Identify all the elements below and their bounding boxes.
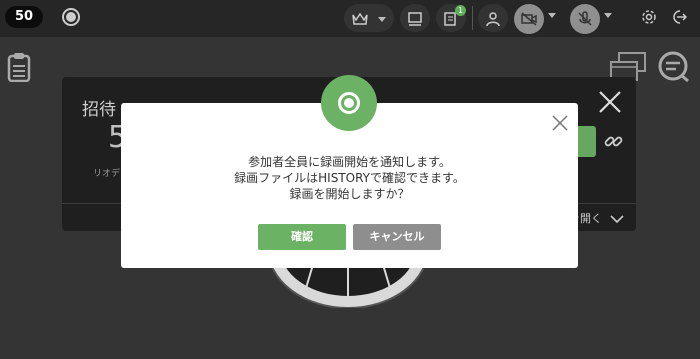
- camera-off-icon: [521, 12, 537, 26]
- link-icon[interactable]: [604, 131, 624, 151]
- cancel-button[interactable]: キャンセル: [353, 224, 441, 250]
- record-icon: [321, 75, 377, 131]
- confirm-button[interactable]: 確認: [258, 224, 346, 250]
- chevron-down-icon[interactable]: [604, 13, 612, 18]
- dialog-message-line: 録画ファイルはHISTORYで確認できます。: [234, 171, 465, 185]
- dialog-message-line: 録画を開始しますか？: [289, 187, 410, 201]
- user-icon: [486, 12, 500, 27]
- toolbar-divider: [472, 6, 473, 30]
- invite-panel-title: 招待: [82, 100, 116, 120]
- dialog-message-line: 参加者全員に録画開始を通知します。: [248, 155, 451, 169]
- chevron-down-icon: [378, 17, 386, 22]
- chevron-down-icon: [609, 214, 624, 223]
- record-icon[interactable]: [61, 7, 81, 27]
- notification-badge: 1: [455, 5, 466, 16]
- screen-icon: [408, 12, 422, 26]
- close-icon[interactable]: [598, 90, 622, 114]
- participants-button[interactable]: [478, 4, 508, 32]
- screen-share-button[interactable]: [400, 4, 430, 32]
- top-toolbar: 50 1: [0, 0, 700, 37]
- exit-icon[interactable]: [671, 9, 687, 25]
- dialog-message: 参加者全員に録画開始を通知します。 録画ファイルはHISTORYで確認できます。…: [121, 154, 578, 202]
- camera-toggle-button[interactable]: [514, 4, 544, 34]
- participant-count-badge[interactable]: 50: [5, 6, 43, 28]
- clipboard-icon[interactable]: [7, 52, 31, 82]
- chat-search-icon[interactable]: [657, 51, 691, 83]
- chevron-down-icon[interactable]: [548, 13, 556, 18]
- close-icon[interactable]: [552, 115, 568, 131]
- host-menu-button[interactable]: [344, 4, 394, 32]
- invite-action-button[interactable]: [578, 126, 596, 157]
- invite-panel-text: リオデ: [93, 169, 121, 179]
- gear-icon[interactable]: [641, 9, 657, 25]
- mic-toggle-button[interactable]: [570, 4, 600, 34]
- crown-icon: [352, 12, 368, 25]
- mic-off-icon: [578, 11, 592, 26]
